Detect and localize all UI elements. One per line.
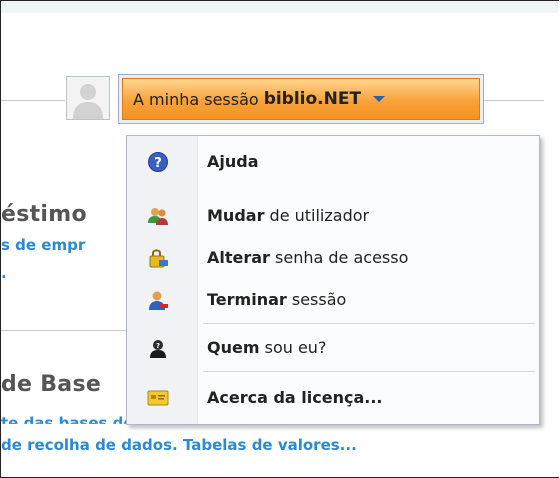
top-band (1, 1, 558, 13)
section-link-base-2[interactable]: de recolha de dados. Tabelas de valores.… (1, 436, 357, 454)
menu-item-label: Quem sou eu? (207, 337, 327, 357)
session-prefix-label: A minha sessão (133, 89, 259, 109)
section-heading-emprestimo: éstimo (1, 202, 87, 227)
menu-item-terminar-sessao[interactable]: Terminar sessão (127, 282, 539, 316)
menu-item-label: Terminar sessão (207, 289, 347, 309)
section-link-emprestimo[interactable]: s de empr (1, 236, 85, 254)
chevron-down-icon[interactable] (373, 96, 386, 102)
session-menu-button[interactable]: A minha sessão biblio.NET (118, 74, 484, 124)
session-menu-button-inner[interactable]: A minha sessão biblio.NET (122, 78, 480, 120)
section-heading-base: de Base (1, 372, 102, 397)
menu-separator (203, 371, 535, 372)
menu-separator (203, 323, 535, 324)
header-divider-right (484, 100, 544, 101)
menu-item-label: Alterar senha de acesso (207, 247, 409, 267)
license-card-icon (147, 390, 169, 406)
section-link-emprestimo-more[interactable]: . (1, 264, 7, 282)
menu-item-mudar-utilizador[interactable]: Mudar de utilizador (127, 198, 539, 232)
svg-text:?: ? (154, 156, 162, 171)
menu-item-label: Mudar de utilizador (207, 205, 370, 225)
logout-user-icon (149, 291, 168, 310)
menu-item-ajuda[interactable]: ? Ajuda (127, 144, 539, 178)
menu-item-label: Acerca da licença... (207, 387, 383, 407)
switch-user-icon (148, 208, 168, 225)
session-app-name: biblio.NET (263, 89, 362, 109)
menu-item-label: Ajuda (207, 151, 259, 171)
lock-password-icon (149, 249, 168, 268)
anonymous-user-icon: ? (150, 340, 166, 358)
section-divider (1, 330, 126, 331)
user-placeholder-icon (67, 77, 109, 119)
menu-item-alterar-senha[interactable]: Alterar senha de acesso (127, 240, 539, 274)
menu-item-quem-sou-eu[interactable]: ? Quem sou eu? (127, 330, 539, 364)
svg-text:?: ? (156, 342, 160, 350)
header-divider-left (1, 100, 65, 101)
avatar[interactable] (66, 76, 110, 120)
session-dropdown-menu: ? Ajuda Mudar de utilizador Alterar senh… (126, 135, 540, 425)
menu-item-acerca-licenca[interactable]: Acerca da licença... (127, 380, 539, 414)
help-icon: ? (148, 152, 168, 172)
